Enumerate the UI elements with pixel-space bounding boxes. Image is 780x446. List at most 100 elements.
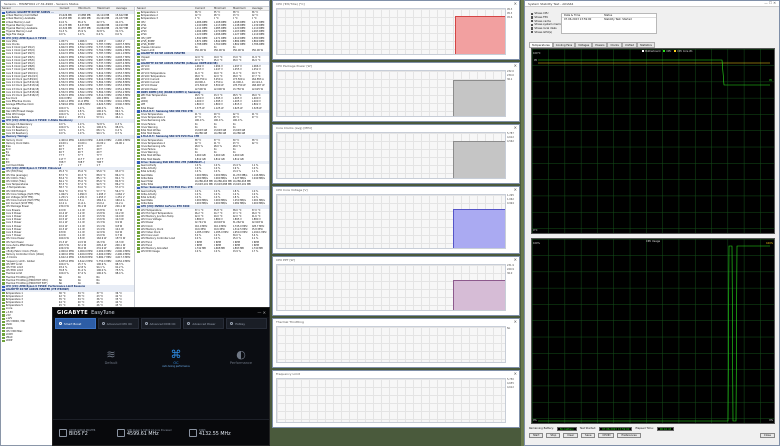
sensor-graph-window[interactable]: Core Clocks (avg) [MHz] ✕ 5,787 4,612 4,562 [272, 124, 520, 184]
easytune-window: GIGABYTE EasyTune — ✕ Smart Boost Advanc… [52, 307, 270, 446]
sensor-icon [2, 174, 5, 177]
elapsed-label: Elapsed Time: [635, 427, 654, 430]
mode-sublabel: Auto tuning performance [162, 365, 190, 368]
memory-frequency: 4132.55 MHz [199, 431, 231, 437]
checkbox-label: Stress CPU [534, 12, 549, 16]
sensor-icon [2, 269, 5, 272]
sensor-icon [2, 158, 5, 161]
sensor-icon [137, 225, 140, 228]
close-icon[interactable]: ✕ [514, 371, 517, 376]
sensor-icon [137, 132, 140, 135]
mode-oc-button[interactable]: ⌘ OC Auto tuning performance [158, 348, 194, 378]
sensor-graph-window[interactable]: CPU (Tctl/Tdie) [°C] ✕ 95.3 95.3 45.6 [272, 0, 520, 60]
tab-advanced-cpu-oc[interactable]: Advanced CPU OC [97, 318, 139, 329]
close-icon[interactable]: ✕ [514, 1, 517, 6]
sst-window-controls[interactable]: — ☐ ✕ [764, 1, 776, 5]
checkbox-icon: ✓ [531, 20, 534, 24]
sensor-graph-window[interactable]: Frequency Limit ✕ 5,750 4,655 4,612 [272, 370, 520, 428]
sensor-icon [2, 190, 5, 193]
sensor-icon [137, 158, 140, 161]
sensor-icon [2, 59, 5, 62]
save-button[interactable]: Save [581, 433, 596, 438]
sensor-icon [2, 339, 5, 342]
sensor-graph-window[interactable]: CPU Package Power [W] ✕ 232.0 230.0 36.1 [272, 62, 520, 122]
graph-max-value: 1.295 [507, 194, 514, 197]
easytune-titlebar[interactable]: GIGABYTE EasyTune — ✕ [53, 308, 269, 317]
sensor-average: 2.7 % [251, 250, 259, 254]
sensor-icon [2, 244, 5, 247]
tab-advanced-power[interactable]: Advanced Power [183, 318, 225, 329]
preferences-button[interactable]: Preferences [617, 433, 641, 438]
close-icon[interactable]: ✕ [514, 257, 517, 262]
sensor-group-icon [2, 119, 5, 123]
easytune-window-controls[interactable]: — ✕ [257, 310, 266, 315]
close-icon[interactable]: ✕ [514, 63, 517, 68]
close-icon[interactable]: ✕ [514, 187, 517, 192]
sensor-icon [2, 33, 5, 36]
col-sensor[interactable]: Sensor [1, 7, 59, 10]
start-button[interactable]: Start [529, 433, 544, 438]
graph-plot-area [276, 194, 506, 249]
col-maximum[interactable]: Maximum [232, 7, 251, 10]
mode-performance-button[interactable]: ◐ Performance [223, 348, 259, 378]
col-minimum[interactable]: Minimum [77, 7, 96, 10]
sensor-icon [137, 221, 140, 225]
test-started-label: Test Started: [579, 427, 597, 430]
sensor-row[interactable]: GPU D3D Usage 2.0 % 0.0 % 23.9 % 2.7 % [136, 250, 269, 254]
graph-title: CPU PPT [W] [273, 257, 519, 263]
col-status[interactable]: Status [602, 14, 612, 17]
sensor-graph-window[interactable]: CPU Core Voltage [V] ✕ 1.295 1.062 0.994 [272, 186, 520, 254]
col-maximum[interactable]: Maximum [96, 7, 115, 10]
stop-button[interactable]: Stop [546, 433, 561, 438]
col-current[interactable]: Current [59, 7, 78, 10]
sensor-icon [2, 56, 5, 59]
sensor-icon [2, 110, 5, 113]
sensor-icon [137, 139, 140, 142]
bios-version: BIOS F2 [69, 431, 88, 437]
tab-hotkey[interactable]: Hotkey [226, 318, 267, 329]
close-button[interactable]: Close [759, 433, 775, 438]
sensor-graph-window[interactable]: Thermal Throttling ✕ No [272, 318, 520, 368]
sensor-icon [137, 94, 140, 97]
tab-smart-boost[interactable]: Smart Boost [55, 318, 96, 329]
checkbox-icon [531, 27, 534, 30]
sensor-icon [137, 145, 140, 148]
cpuid-button[interactable]: CPUID [598, 433, 615, 438]
col-date-time[interactable]: Date & Time [562, 14, 602, 17]
sensor-icon [2, 62, 5, 65]
tab-advanced-ddr-oc[interactable]: Advanced DDR OC [140, 318, 182, 329]
sensor-icon [137, 97, 140, 100]
graph-fill [452, 141, 505, 178]
close-icon[interactable]: ✕ [514, 125, 517, 130]
col-current[interactable]: Current [194, 7, 213, 10]
graph-plot-area [276, 264, 506, 311]
sensor-group-icon [2, 167, 5, 170]
sensor-icon [2, 116, 5, 119]
sensor-icon [2, 40, 5, 43]
sensor-icon [137, 84, 140, 87]
table-row[interactable]: 07.06.2023 13:59:00 Stability Test: Start… [562, 18, 656, 22]
sensor-icon [2, 161, 5, 164]
col-average[interactable]: Average [115, 7, 134, 10]
sensor-icon [137, 123, 140, 126]
sensor-graph-window[interactable]: CPU PPT [W] ✕ 231.9 229.9 36.0 [272, 256, 520, 316]
sensor-icon [2, 212, 5, 215]
sensor-icon [137, 228, 140, 231]
graph-fill [452, 80, 505, 116]
clear-button[interactable]: Clear [563, 433, 579, 438]
graph-side-values: 1.295 1.062 0.994 [507, 194, 518, 249]
sensor-icon [2, 234, 5, 237]
sst-titlebar[interactable]: System Stability Test - AIDA64 [525, 1, 779, 7]
col-sensor[interactable]: Sensor [136, 7, 194, 10]
event-log-table[interactable]: Date & Time Status 07.06.2023 13:59:00 Sta… [561, 13, 657, 34]
graph-fill [452, 280, 505, 310]
col-average[interactable]: Average [251, 7, 269, 10]
sensor-icon [2, 94, 5, 97]
cpu-icon [101, 322, 105, 325]
gauge-icon: ◐ [236, 348, 246, 361]
graph-plot-area [276, 70, 506, 117]
col-minimum[interactable]: Minimum [213, 7, 232, 10]
mode-default-button[interactable]: ≋ Default [93, 348, 129, 378]
close-icon[interactable]: ✕ [514, 319, 517, 324]
easytune-tabs: Smart Boost Advanced CPU OC Advanced DDR… [53, 318, 269, 329]
